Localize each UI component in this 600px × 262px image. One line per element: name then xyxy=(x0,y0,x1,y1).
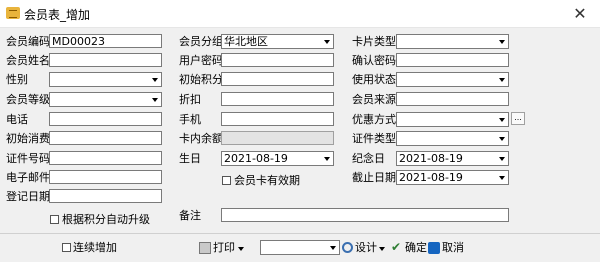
member-level-select[interactable] xyxy=(49,92,162,107)
email-label: 电子邮件 xyxy=(6,171,50,184)
close-button[interactable]: ✕ xyxy=(560,0,600,27)
card-type-select[interactable] xyxy=(396,34,509,49)
remarks-input[interactable] xyxy=(221,208,509,222)
print-dropdown-icon[interactable] xyxy=(238,247,244,251)
id-type-label: 证件类型 xyxy=(352,132,396,145)
chevron-down-icon[interactable] xyxy=(149,74,160,85)
usage-status-select[interactable] xyxy=(396,72,509,87)
print-template-select[interactable] xyxy=(260,240,340,255)
check-icon[interactable]: ✔ xyxy=(391,241,403,253)
member-source-label: 会员来源 xyxy=(352,93,396,106)
app-icon xyxy=(6,7,20,19)
cancel-icon[interactable] xyxy=(428,242,440,254)
remarks-label: 备注 xyxy=(179,209,201,222)
design-button[interactable]: 设计 xyxy=(355,241,377,255)
chevron-down-icon[interactable] xyxy=(321,36,332,47)
chevron-down-icon[interactable] xyxy=(496,114,507,125)
card-balance-field xyxy=(221,131,334,145)
auto-upgrade-checkbox[interactable] xyxy=(50,215,59,224)
member-form: 会员编码 MD00023 会员分组 华北地区 卡片类型 会员姓名 用户密码 确认… xyxy=(0,28,600,233)
title-bar: 会员表_增加 ✕ xyxy=(0,0,600,28)
card-balance-label: 卡内余额 xyxy=(179,132,223,145)
member-group-label: 会员分组 xyxy=(179,35,223,48)
initial-points-label: 初始积分 xyxy=(179,73,223,86)
initial-spending-label: 初始消费 xyxy=(6,132,50,145)
anniversary-value: 2021-08-19 xyxy=(399,152,463,165)
initial-points-input[interactable] xyxy=(221,72,334,86)
expiry-date-label: 截止日期 xyxy=(352,171,396,184)
member-source-input[interactable] xyxy=(396,92,509,106)
user-password-label: 用户密码 xyxy=(179,54,223,67)
expiry-date-picker[interactable]: 2021-08-19 xyxy=(396,170,509,185)
design-icon[interactable] xyxy=(342,242,353,253)
chevron-down-icon[interactable] xyxy=(496,153,507,164)
anniversary-label: 纪念日 xyxy=(352,152,385,165)
auto-upgrade-label: 根据积分自动升级 xyxy=(62,213,150,226)
initial-spending-input[interactable] xyxy=(49,131,162,145)
gender-label: 性别 xyxy=(6,73,28,86)
confirm-button[interactable]: 确定 xyxy=(405,241,427,255)
birthday-value: 2021-08-19 xyxy=(224,152,288,165)
phone-label: 电话 xyxy=(6,113,28,126)
discount-input[interactable] xyxy=(221,92,334,106)
mobile-input[interactable] xyxy=(221,112,334,126)
chevron-down-icon[interactable] xyxy=(327,242,338,253)
email-input[interactable] xyxy=(49,170,162,184)
member-group-select[interactable]: 华北地区 xyxy=(221,34,334,49)
window-title: 会员表_增加 xyxy=(24,8,91,22)
chevron-down-icon[interactable] xyxy=(496,172,507,183)
id-type-select[interactable] xyxy=(396,131,509,146)
card-valid-label: 会员卡有效期 xyxy=(234,174,300,187)
gender-select[interactable] xyxy=(49,72,162,87)
card-valid-checkbox[interactable] xyxy=(222,176,231,185)
member-group-value: 华北地区 xyxy=(224,35,268,48)
continuous-add-checkbox[interactable] xyxy=(62,243,71,252)
id-number-input[interactable] xyxy=(49,151,162,165)
expiry-date-value: 2021-08-19 xyxy=(399,171,463,184)
continuous-add-label: 连续增加 xyxy=(73,241,117,254)
mobile-label: 手机 xyxy=(179,113,201,126)
chevron-down-icon[interactable] xyxy=(149,94,160,105)
id-number-label: 证件号码 xyxy=(6,152,50,165)
chevron-down-icon[interactable] xyxy=(496,74,507,85)
member-code-input[interactable]: MD00023 xyxy=(49,34,162,48)
discount-label: 折扣 xyxy=(179,93,201,106)
member-name-label: 会员姓名 xyxy=(6,54,50,67)
anniversary-date-picker[interactable]: 2021-08-19 xyxy=(396,151,509,166)
promotion-method-label: 优惠方式 xyxy=(352,113,396,126)
phone-input[interactable] xyxy=(49,112,162,126)
bottom-toolbar: 连续增加 打印 设计 ✔ 确定 取消 xyxy=(0,233,600,262)
chevron-down-icon[interactable] xyxy=(496,133,507,144)
birthday-label: 生日 xyxy=(179,152,201,165)
register-date-label: 登记日期 xyxy=(6,190,50,203)
cancel-button[interactable]: 取消 xyxy=(442,241,464,255)
confirm-password-label: 确认密码 xyxy=(352,54,396,67)
register-date-input[interactable] xyxy=(49,189,162,203)
print-button[interactable]: 打印 xyxy=(213,241,235,255)
member-code-label: 会员编码 xyxy=(6,35,50,48)
promotion-method-browse-button[interactable]: ... xyxy=(511,112,525,125)
promotion-method-select[interactable] xyxy=(396,112,509,127)
member-name-input[interactable] xyxy=(49,53,162,67)
card-type-label: 卡片类型 xyxy=(352,35,396,48)
printer-icon[interactable] xyxy=(199,242,211,254)
birthday-date-picker[interactable]: 2021-08-19 xyxy=(221,151,334,166)
user-password-input[interactable] xyxy=(221,53,334,67)
usage-status-label: 使用状态 xyxy=(352,73,396,86)
design-dropdown-icon[interactable] xyxy=(379,247,385,251)
chevron-down-icon[interactable] xyxy=(321,153,332,164)
chevron-down-icon[interactable] xyxy=(496,36,507,47)
member-level-label: 会员等级 xyxy=(6,93,50,106)
confirm-password-input[interactable] xyxy=(396,53,509,67)
